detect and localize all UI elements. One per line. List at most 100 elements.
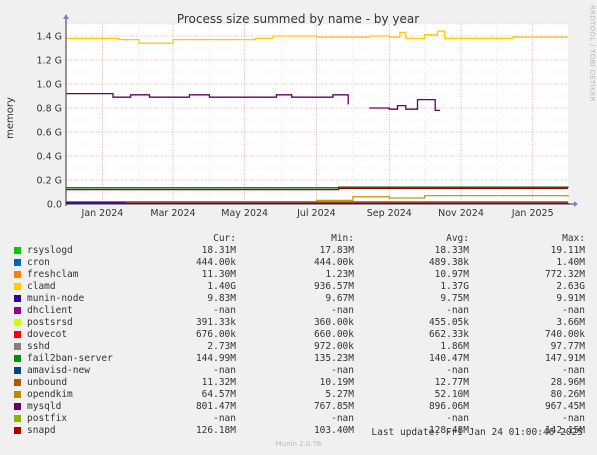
legend-swatch [14,283,21,290]
legend-value-avg: 140.47M [428,353,469,364]
legend-value-cur: 676.00k [195,329,236,340]
legend-header-min: Min: [331,233,354,244]
munin-version: Munin 2.0.76 [275,440,322,448]
legend-value-cur: -nan [213,413,236,424]
legend-label: snapd [27,425,56,436]
legend-row-clamd: clamd 1.40G 936.57M 1.37G 2.63G [14,281,594,293]
legend-value-cur: -nan [213,305,236,316]
legend-value-min: -nan [331,365,354,376]
legend-label: freshclam [27,269,79,280]
legend-value-min: 767.85M [313,401,354,412]
x-tick-label: Jan 2025 [511,208,554,219]
legend-swatch [14,355,21,362]
y-tick-label: 1.0 G [37,80,63,91]
legend-value-min: 9.67M [325,293,354,304]
legend-value-avg: 52.10M [434,389,469,400]
x-axis-arrow-icon [574,201,578,207]
legend-value-cur: -nan [213,365,236,376]
legend-value-min: 135.23M [313,353,354,364]
legend-row-cron: cron 444.00k 444.00k 489.38k 1.40M [14,257,594,269]
legend-swatch [14,367,21,374]
legend: Cur: Min: Avg: Max: rsyslogd 18.31M 17.83M… [14,233,594,437]
y-tick-label: 1.4 G [37,32,63,43]
legend-value-max: 2.63G [556,281,585,292]
legend-swatch [14,247,21,254]
legend-value-avg: 10.97M [434,269,469,280]
legend-value-cur: 11.32M [201,377,236,388]
legend-label: munin-node [27,293,85,304]
legend-value-max: -nan [562,305,585,316]
x-tick-label: May 2024 [221,208,268,219]
legend-value-min: 5.27M [325,389,354,400]
legend-value-min: 10.19M [319,377,354,388]
legend-value-max: 9.91M [556,293,585,304]
legend-value-avg: 455.05k [428,317,469,328]
legend-label: postfix [27,413,68,424]
legend-label: sshd [27,341,50,352]
legend-value-min: 936.57M [313,281,354,292]
legend-header-row: Cur: Min: Avg: Max: [14,233,594,245]
legend-value-max: -nan [562,413,585,424]
x-tick-label: Nov 2024 [438,208,484,219]
legend-row-freshclam: freshclam 11.30M 1.23M 10.97M 772.32M [14,269,594,281]
legend-label: cron [27,257,50,268]
x-tick-label: Jul 2024 [296,208,336,219]
legend-swatch [14,403,21,410]
legend-swatch [14,295,21,302]
y-tick-label: 0.4 G [37,152,63,163]
legend-value-avg: 489.38k [428,257,469,268]
legend-swatch [14,391,21,398]
legend-value-cur: 391.33k [195,317,236,328]
legend-value-cur: 126.18M [195,425,236,436]
legend-row-dhclient: dhclient -nan -nan -nan -nan [14,305,594,317]
legend-row-postsrsd: postsrsd 391.33k 360.00k 455.05k 3.66M [14,317,594,329]
legend-value-cur: 444.00k [195,257,236,268]
legend-header-cur: Cur: [213,233,236,244]
legend-rows: rsyslogd 18.31M 17.83M 18.33M 19.11M cron 444.… [14,245,594,437]
legend-row-postfix: postfix -nan -nan -nan -nan [14,413,594,425]
legend-row-opendkim: opendkim 64.57M 5.27M 52.10M 80.26M [14,389,594,401]
legend-value-max: 772.32M [544,269,585,280]
legend-row-munin-node: munin-node 9.83M 9.67M 9.75M 9.91M [14,293,594,305]
legend-value-max: 1.40M [556,257,585,268]
x-tick-label: Jan 2024 [81,208,124,219]
legend-row-dovecot: dovecot 676.00k 660.00k 662.33k 740.00k [14,329,594,341]
legend-label: clamd [27,281,56,292]
legend-value-max: 967.45M [544,401,585,412]
legend-value-cur: 64.57M [201,389,236,400]
plot-background [66,24,568,204]
legend-label: fail2ban-server [27,353,113,364]
x-tick-label: Sep 2024 [367,208,412,219]
legend-value-max: 147.91M [544,353,585,364]
legend-value-cur: 1.40G [207,281,236,292]
legend-row-rsyslogd: rsyslogd 18.31M 17.83M 18.33M 19.11M [14,245,594,257]
legend-value-max: 80.26M [550,389,585,400]
legend-swatch [14,319,21,326]
legend-value-min: 360.00k [313,317,354,328]
legend-header-avg: Avg: [446,233,469,244]
legend-swatch [14,427,21,434]
legend-label: rsyslogd [27,245,73,256]
legend-value-min: 17.83M [319,245,354,256]
legend-value-min: -nan [331,413,354,424]
legend-swatch [14,379,21,386]
legend-value-min: 660.00k [313,329,354,340]
legend-row-sshd: sshd 2.73M 972.00k 1.86M 97.77M [14,341,594,353]
legend-value-cur: 144.99M [195,353,236,364]
y-tick-label: 1.2 G [37,56,63,67]
legend-swatch [14,259,21,266]
legend-value-avg: 1.37G [440,281,469,292]
last-update: Last update: Fri Jan 24 01:00:46 2025 [371,427,583,438]
y-axis-arrow-icon [63,14,69,19]
legend-value-max: 19.11M [550,245,585,256]
legend-label: dovecot [27,329,68,340]
legend-value-max: 97.77M [550,341,585,352]
y-tick-label: 0.0 [47,200,62,211]
legend-value-avg: 1.86M [440,341,469,352]
legend-swatch [14,271,21,278]
legend-value-avg: 18.33M [434,245,469,256]
legend-value-avg: -nan [446,413,469,424]
legend-value-min: 1.23M [325,269,354,280]
legend-row-amavisd-new: amavisd-new -nan -nan -nan -nan [14,365,594,377]
legend-row-unbound: unbound 11.32M 10.19M 12.77M 28.96M [14,377,594,389]
